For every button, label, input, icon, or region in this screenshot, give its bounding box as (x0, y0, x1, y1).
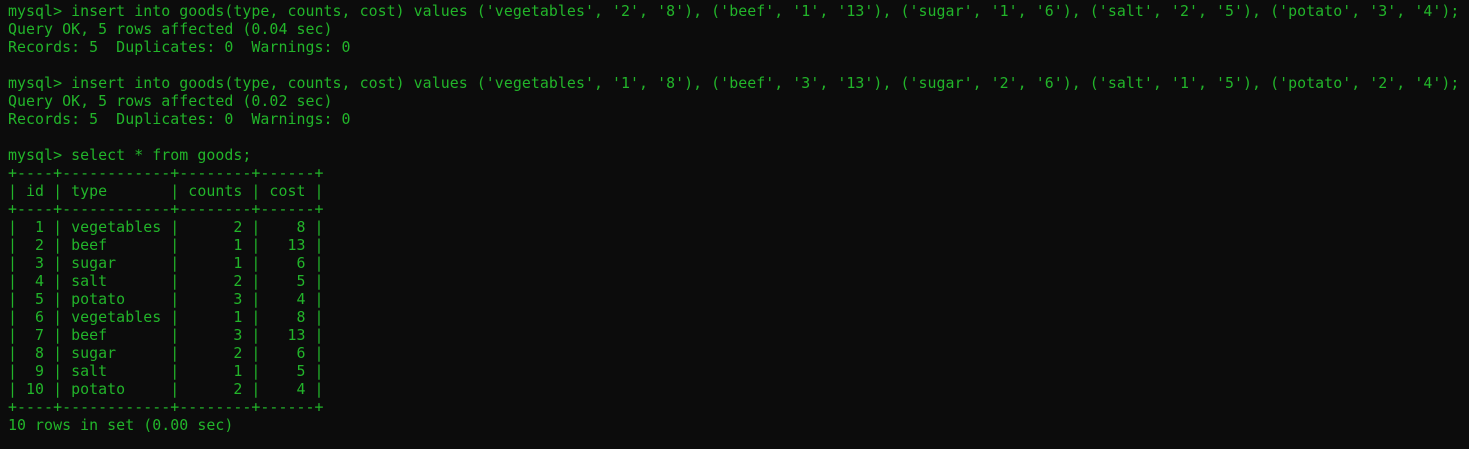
terminal-window[interactable]: mysql> insert into goods(type, counts, c… (0, 0, 1469, 449)
records-line-1: Records: 5 Duplicates: 0 Warnings: 0 (8, 38, 351, 56)
rows-in-set-line: 10 rows in set (0.00 sec) (8, 416, 234, 434)
query-ok-line-2: Query OK, 5 rows affected (0.02 sec) (8, 92, 333, 110)
select-command-line: mysql> select * from goods; (8, 146, 252, 164)
table-row: | 2 | beef | 1 | 13 | (8, 236, 324, 254)
table-row: | 9 | salt | 1 | 5 | (8, 362, 324, 380)
table-row: | 4 | salt | 2 | 5 | (8, 272, 324, 290)
table-row: | 3 | sugar | 1 | 6 | (8, 254, 324, 272)
table-row: | 6 | vegetables | 1 | 8 | (8, 308, 324, 326)
table-border-header: +----+------------+--------+------+ (8, 200, 324, 218)
table-row: | 5 | potato | 3 | 4 | (8, 290, 324, 308)
table-row: | 10 | potato | 2 | 4 | (8, 380, 324, 398)
table-border-top: +----+------------+--------+------+ (8, 164, 324, 182)
records-line-2: Records: 5 Duplicates: 0 Warnings: 0 (8, 110, 351, 128)
table-header-row: | id | type | counts | cost | (8, 182, 324, 200)
insert-command-line-2: mysql> insert into goods(type, counts, c… (8, 74, 1460, 92)
table-row: | 1 | vegetables | 2 | 8 | (8, 218, 324, 236)
table-row: | 7 | beef | 3 | 13 | (8, 326, 324, 344)
query-ok-line-1: Query OK, 5 rows affected (0.04 sec) (8, 20, 333, 38)
table-border-bottom: +----+------------+--------+------+ (8, 398, 324, 416)
insert-command-line-1: mysql> insert into goods(type, counts, c… (8, 2, 1460, 20)
table-row: | 8 | sugar | 2 | 6 | (8, 344, 324, 362)
